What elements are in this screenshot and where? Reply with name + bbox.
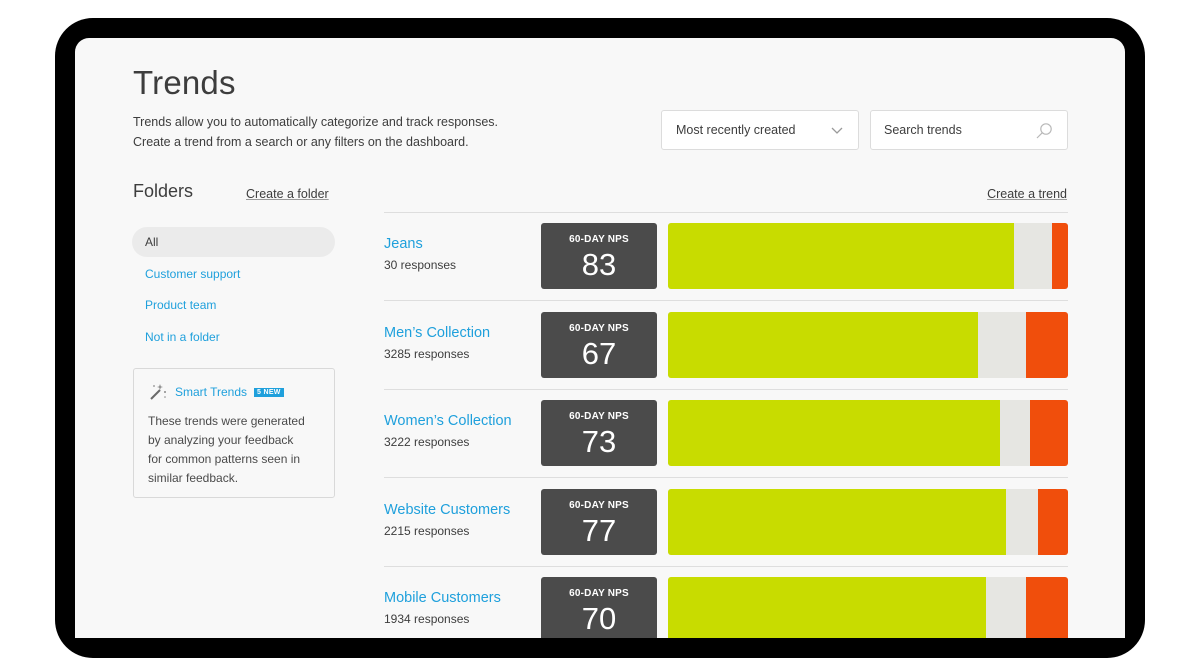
nps-score-box: 60-DAY NPS 67 [541, 312, 657, 378]
passives-segment [986, 577, 1026, 638]
trend-name-link[interactable]: Women’s Collection [384, 413, 512, 429]
smart-trends-link[interactable]: Smart Trends [175, 385, 247, 399]
folder-item-all[interactable]: All [132, 227, 335, 257]
folder-item-product-team[interactable]: Product team [132, 290, 335, 320]
create-trend-link[interactable]: Create a trend [987, 187, 1067, 201]
promoters-segment [668, 400, 1000, 466]
nps-label: 60-DAY NPS [569, 500, 629, 511]
nps-label: 60-DAY NPS [569, 588, 629, 599]
smart-trends-panel: Smart Trends 5 NEW These trends were gen… [133, 368, 335, 498]
passives-segment [978, 312, 1026, 378]
search-field[interactable] [870, 110, 1068, 150]
trend-response-count: 30 responses [384, 258, 457, 272]
nps-score-box: 60-DAY NPS 73 [541, 400, 657, 466]
page-title: Trends [133, 64, 236, 101]
trend-row[interactable]: Women’s Collection 3222 responses 60-DAY… [384, 390, 1068, 478]
nps-value: 73 [581, 424, 617, 459]
detractors-segment [1030, 400, 1068, 466]
nps-value: 70 [581, 601, 617, 636]
trend-row[interactable]: Men’s Collection 3285 responses 60-DAY N… [384, 302, 1068, 390]
chevron-down-icon [831, 127, 843, 134]
nps-score-box: 60-DAY NPS 83 [541, 223, 657, 289]
nps-value: 67 [581, 336, 617, 371]
search-input[interactable] [884, 123, 1024, 137]
nps-label: 60-DAY NPS [569, 234, 629, 245]
smart-trends-text-line: for common patterns seen in [148, 452, 301, 466]
trend-name-link[interactable]: Jeans [384, 236, 423, 252]
detractors-segment [1038, 489, 1068, 555]
nps-breakdown-bar [668, 577, 1068, 638]
trend-response-count: 3222 responses [384, 435, 470, 449]
trend-row[interactable]: Mobile Customers 1934 responses 60-DAY N… [384, 567, 1068, 638]
folder-item-customer-support[interactable]: Customer support [132, 259, 335, 289]
magic-wand-icon [150, 384, 166, 400]
search-icon[interactable] [1035, 122, 1053, 140]
create-folder-link[interactable]: Create a folder [246, 187, 329, 201]
trend-response-count: 3285 responses [384, 347, 470, 361]
sort-dropdown-value: Most recently created [676, 123, 796, 137]
nps-breakdown-bar [668, 223, 1068, 289]
sort-dropdown[interactable]: Most recently created [661, 110, 859, 150]
passives-segment [1006, 489, 1038, 555]
new-badge: 5 NEW [254, 387, 284, 397]
detractors-segment [1026, 312, 1068, 378]
row-divider [384, 300, 1068, 301]
nps-breakdown-bar [668, 489, 1068, 555]
nps-value: 77 [581, 513, 617, 548]
passives-segment [1000, 400, 1030, 466]
trend-row[interactable]: Website Customers 2215 responses 60-DAY … [384, 479, 1068, 567]
smart-trends-header[interactable]: Smart Trends 5 NEW [148, 382, 284, 402]
promoters-segment [668, 312, 978, 378]
trend-response-count: 2215 responses [384, 524, 470, 538]
smart-trends-text-line: These trends were generated [148, 414, 305, 428]
page-description: Trends allow you to automatically catego… [133, 112, 553, 152]
smart-trends-description: These trends were generated by analyzing… [148, 412, 328, 488]
detractors-segment [1026, 577, 1068, 638]
detractors-segment [1052, 223, 1068, 289]
trend-name-link[interactable]: Mobile Customers [384, 590, 501, 606]
nps-label: 60-DAY NPS [569, 323, 629, 334]
folder-item-not-in-folder[interactable]: Not in a folder [132, 322, 335, 352]
nps-breakdown-bar [668, 312, 1068, 378]
nps-score-box: 60-DAY NPS 77 [541, 489, 657, 555]
description-line: Trends allow you to automatically catego… [133, 115, 498, 129]
promoters-segment [668, 489, 1006, 555]
description-line: Create a trend from a search or any filt… [133, 135, 469, 149]
trend-name-link[interactable]: Website Customers [384, 502, 510, 518]
promoters-segment [668, 577, 986, 638]
nps-label: 60-DAY NPS [569, 411, 629, 422]
trend-row[interactable]: Jeans 30 responses 60-DAY NPS 83 [384, 213, 1068, 301]
promoters-segment [668, 223, 1014, 289]
nps-breakdown-bar [668, 400, 1068, 466]
app-screen: Trends Trends allow you to automatically… [75, 38, 1125, 638]
trend-name-link[interactable]: Men’s Collection [384, 325, 490, 341]
passives-segment [1014, 223, 1052, 289]
trend-response-count: 1934 responses [384, 612, 470, 626]
nps-score-box: 60-DAY NPS 70 [541, 577, 657, 638]
row-divider [384, 477, 1068, 478]
smart-trends-text-line: similar feedback. [148, 471, 239, 485]
folders-heading: Folders [133, 181, 194, 201]
nps-value: 83 [581, 247, 617, 282]
smart-trends-text-line: by analyzing your feedback [148, 433, 294, 447]
